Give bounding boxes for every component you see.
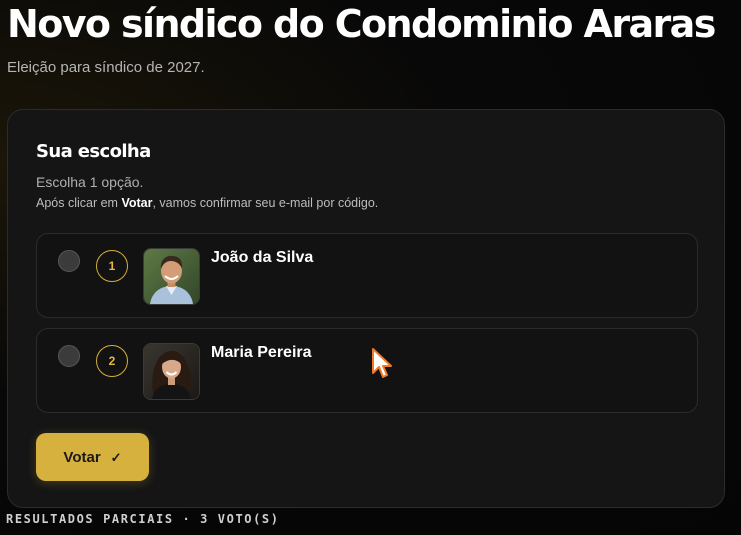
ballot-note: Após clicar em Votar, vamos confirmar se… — [36, 196, 378, 210]
candidate-avatar — [143, 343, 200, 400]
candidate-number-badge: 2 — [96, 345, 128, 377]
ballot-note-bold: Votar — [121, 196, 153, 210]
candidate-name: Maria Pereira — [211, 344, 312, 361]
ballot-hint: Escolha 1 opção. — [36, 174, 144, 190]
check-icon: ✓ — [110, 449, 122, 465]
candidate-option-2[interactable]: 2 Maria Pereira — [36, 328, 698, 413]
page-title: Novo síndico do Condominio Araras — [7, 2, 716, 46]
woman-portrait-icon — [144, 344, 199, 399]
results-label: RESULTADOS PARCIAIS · 3 VOTO(S) — [6, 512, 280, 526]
radio-button[interactable] — [58, 250, 80, 272]
man-portrait-icon — [144, 249, 199, 304]
mouse-cursor-icon — [372, 348, 392, 378]
ballot-note-start: Após clicar em — [36, 196, 122, 210]
vote-button-label: Votar — [63, 448, 101, 466]
ballot-title: Sua escolha — [36, 141, 151, 162]
radio-button[interactable] — [58, 345, 80, 367]
ballot-note-end: , vamos confirmar seu e-mail por código. — [152, 196, 379, 210]
vote-button[interactable]: Votar ✓ — [36, 433, 149, 481]
candidate-number-badge: 1 — [96, 250, 128, 282]
ballot-card: Sua escolha Escolha 1 opção. Após clicar… — [7, 109, 725, 508]
page-subtitle: Eleição para síndico de 2027. — [7, 59, 205, 76]
candidate-avatar — [143, 248, 200, 305]
candidate-name: João da Silva — [211, 249, 314, 266]
candidate-option-1[interactable]: 1 João da Silva — [36, 233, 698, 318]
